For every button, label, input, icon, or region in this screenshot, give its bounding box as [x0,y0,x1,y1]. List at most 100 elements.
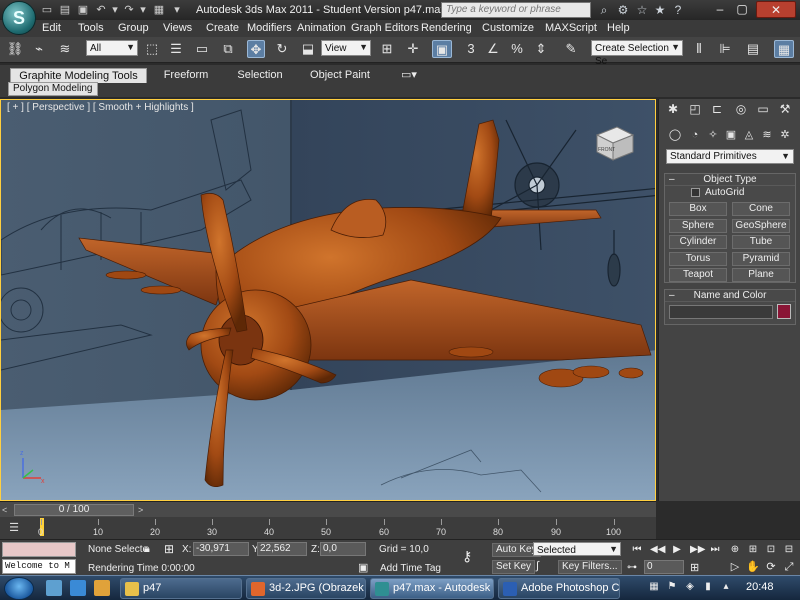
mini-curve-editor-icon[interactable]: ☰ [6,521,22,535]
create-tab-icon[interactable]: ✱ [665,101,681,117]
go-to-start-icon[interactable]: ⏮ [630,543,644,557]
taskbar-item-photoshop[interactable]: Adobe Photoshop C... [498,578,620,599]
taskbar-item-3ds-max[interactable]: p47.max - Autodesk ... [370,578,494,599]
object-color-swatch[interactable] [777,304,791,319]
start-button-icon[interactable] [4,577,34,600]
show-desktop-icon[interactable] [46,580,62,596]
pan-view-icon[interactable]: ✋ [746,560,760,574]
rectangular-selection-icon[interactable]: ▭ [193,40,211,58]
previous-frame-icon[interactable]: ◀◀ [650,543,665,557]
search-input[interactable]: Type a keyword or phrase [441,2,591,18]
maximize-viewport-icon[interactable]: ⤢ [782,560,796,574]
menu-edit[interactable]: Edit [42,22,61,34]
tube-button[interactable]: Tube [732,235,790,249]
maxscript-mini-listener-input[interactable]: Welcome to M [2,559,76,574]
keyboard-shortcut-override-icon[interactable]: ▣ [432,40,452,58]
geometry-category-icon[interactable]: ◯ [667,127,683,143]
bind-to-space-warp-icon[interactable]: ≋ [56,40,74,58]
reference-coordinate-dropdown[interactable]: View ▼ [321,40,371,56]
select-and-rotate-icon[interactable]: ↻ [273,40,291,58]
system-clock[interactable]: 20:48 [746,581,774,593]
x-coordinate-field[interactable]: -30,971 [193,542,249,556]
helpers-category-icon[interactable]: ◬ [741,127,757,143]
display-tab-icon[interactable]: ▭ [755,101,771,117]
tab-freeform[interactable]: Freeform [160,68,212,83]
minimize-button[interactable]: – [710,1,730,18]
object-name-field[interactable] [669,305,773,319]
sphere-button[interactable]: Sphere [669,219,727,233]
window-crossing-icon[interactable]: ⧉ [219,40,237,58]
unlink-selection-icon[interactable]: ⌁ [30,40,48,58]
time-slider-thumb[interactable]: 0 / 100 [14,504,134,516]
select-and-link-icon[interactable]: ⛓ [6,40,24,58]
cylinder-button[interactable]: Cylinder [669,235,727,249]
tray-volume-icon[interactable]: ◈ [684,581,696,593]
lights-category-icon[interactable]: ✧ [705,127,721,143]
systems-category-icon[interactable]: ✲ [777,127,793,143]
communication-center-icon[interactable]: ☆ [634,2,650,18]
key-mode-dropdown[interactable]: Selected ▼ [533,542,621,556]
taskbar-item-image-viewer[interactable]: 3d-2.JPG (Obrazek JP... [246,578,366,599]
menu-graph-editors[interactable]: Graph Editors [351,22,419,34]
plane-button[interactable]: Plane [732,268,790,282]
menu-create[interactable]: Create [206,22,239,34]
menu-views[interactable]: Views [163,22,192,34]
maximize-button[interactable]: ▢ [732,1,752,18]
select-and-manipulate-icon[interactable]: ✛ [404,40,422,58]
time-slider[interactable]: < 0 / 100 > [0,501,656,517]
save-file-icon[interactable]: ▣ [76,3,90,17]
z-coordinate-field[interactable]: 0,0 [320,542,366,556]
autogrid-checkbox[interactable] [691,188,700,197]
shapes-category-icon[interactable]: ◔ [687,127,703,143]
next-frame-icon[interactable]: ▶▶ [690,543,705,557]
tray-expand-icon[interactable]: ▴ [720,581,732,593]
cameras-category-icon[interactable]: ▣ [723,127,739,143]
tray-power-icon[interactable]: ▮ [702,581,714,593]
time-configuration-icon[interactable]: ⊞ [690,561,699,574]
pyramid-button[interactable]: Pyramid [732,252,790,266]
torus-button[interactable]: Torus [669,252,727,266]
tray-network-icon[interactable]: ▦ [648,581,660,593]
undo-icon[interactable]: ↶ [94,3,108,17]
named-selection-sets-dropdown[interactable]: Create Selection Se ▼ [591,40,683,67]
selection-filter-dropdown[interactable]: All ▼ [86,40,138,56]
track-bar[interactable]: ☰ 0 10 20 30 40 50 60 70 80 90 100 [0,517,656,539]
align-icon[interactable]: ⊫ [716,40,734,58]
graphite-toggle-icon[interactable]: ▦ [774,40,794,58]
ie-browser-icon[interactable] [70,580,86,596]
go-to-end-icon[interactable]: ⏭ [708,543,722,557]
key-mode-toggle-icon[interactable]: ⊶ [627,562,637,573]
add-time-tag-label[interactable]: Add Time Tag [380,563,441,574]
quick-access-dropdown-icon[interactable]: ▾ [170,3,184,17]
utilities-tab-icon[interactable]: ⚒ [777,101,793,117]
tray-flag-icon[interactable]: ⚑ [666,581,678,593]
new-file-icon[interactable]: ▭ [40,3,54,17]
favorites-star-icon[interactable]: ★ [652,2,668,18]
close-button[interactable]: ✕ [756,1,796,18]
layer-manager-icon[interactable]: ▤ [744,40,762,58]
selection-lock-icon[interactable]: 🔒︎ [144,543,150,556]
menu-animation[interactable]: Animation [297,22,346,34]
absolute-mode-transform-icon[interactable]: ⊞ [164,542,174,556]
tab-polygon-modeling[interactable]: Polygon Modeling [8,82,98,96]
hierarchy-tab-icon[interactable]: ⊏ [709,101,725,117]
motion-tab-icon[interactable]: ◎ [733,101,749,117]
search-binoculars-icon[interactable]: ⌕ [596,2,612,18]
spacewarps-category-icon[interactable]: ≋ [759,127,775,143]
taskbar-item-p47-folder[interactable]: p47 [120,578,242,599]
box-button[interactable]: Box [669,202,727,216]
object-type-rollout-header[interactable]: – Object Type [665,174,795,186]
current-frame-field[interactable]: 0 [644,560,684,574]
select-object-icon[interactable]: ⬚ [143,40,161,58]
play-icon[interactable]: ▶ [670,543,684,557]
zoom-icon[interactable]: ⊕ [728,543,742,557]
select-and-scale-icon[interactable]: ⬓ [299,40,317,58]
angle-snap-icon[interactable]: ∠ [484,40,502,58]
redo-dropdown-icon[interactable]: ▾ [136,3,150,17]
subscription-center-icon[interactable]: ⚙ [615,2,631,18]
viewport-label[interactable]: [ + ] [ Perspective ] [ Smooth + Highlig… [7,102,194,113]
app-menu-logo-icon[interactable]: S [2,1,36,35]
menu-customize[interactable]: Customize [482,22,534,34]
help-icon[interactable]: ? [670,2,686,18]
time-slider-prev-icon[interactable]: < [2,505,7,515]
